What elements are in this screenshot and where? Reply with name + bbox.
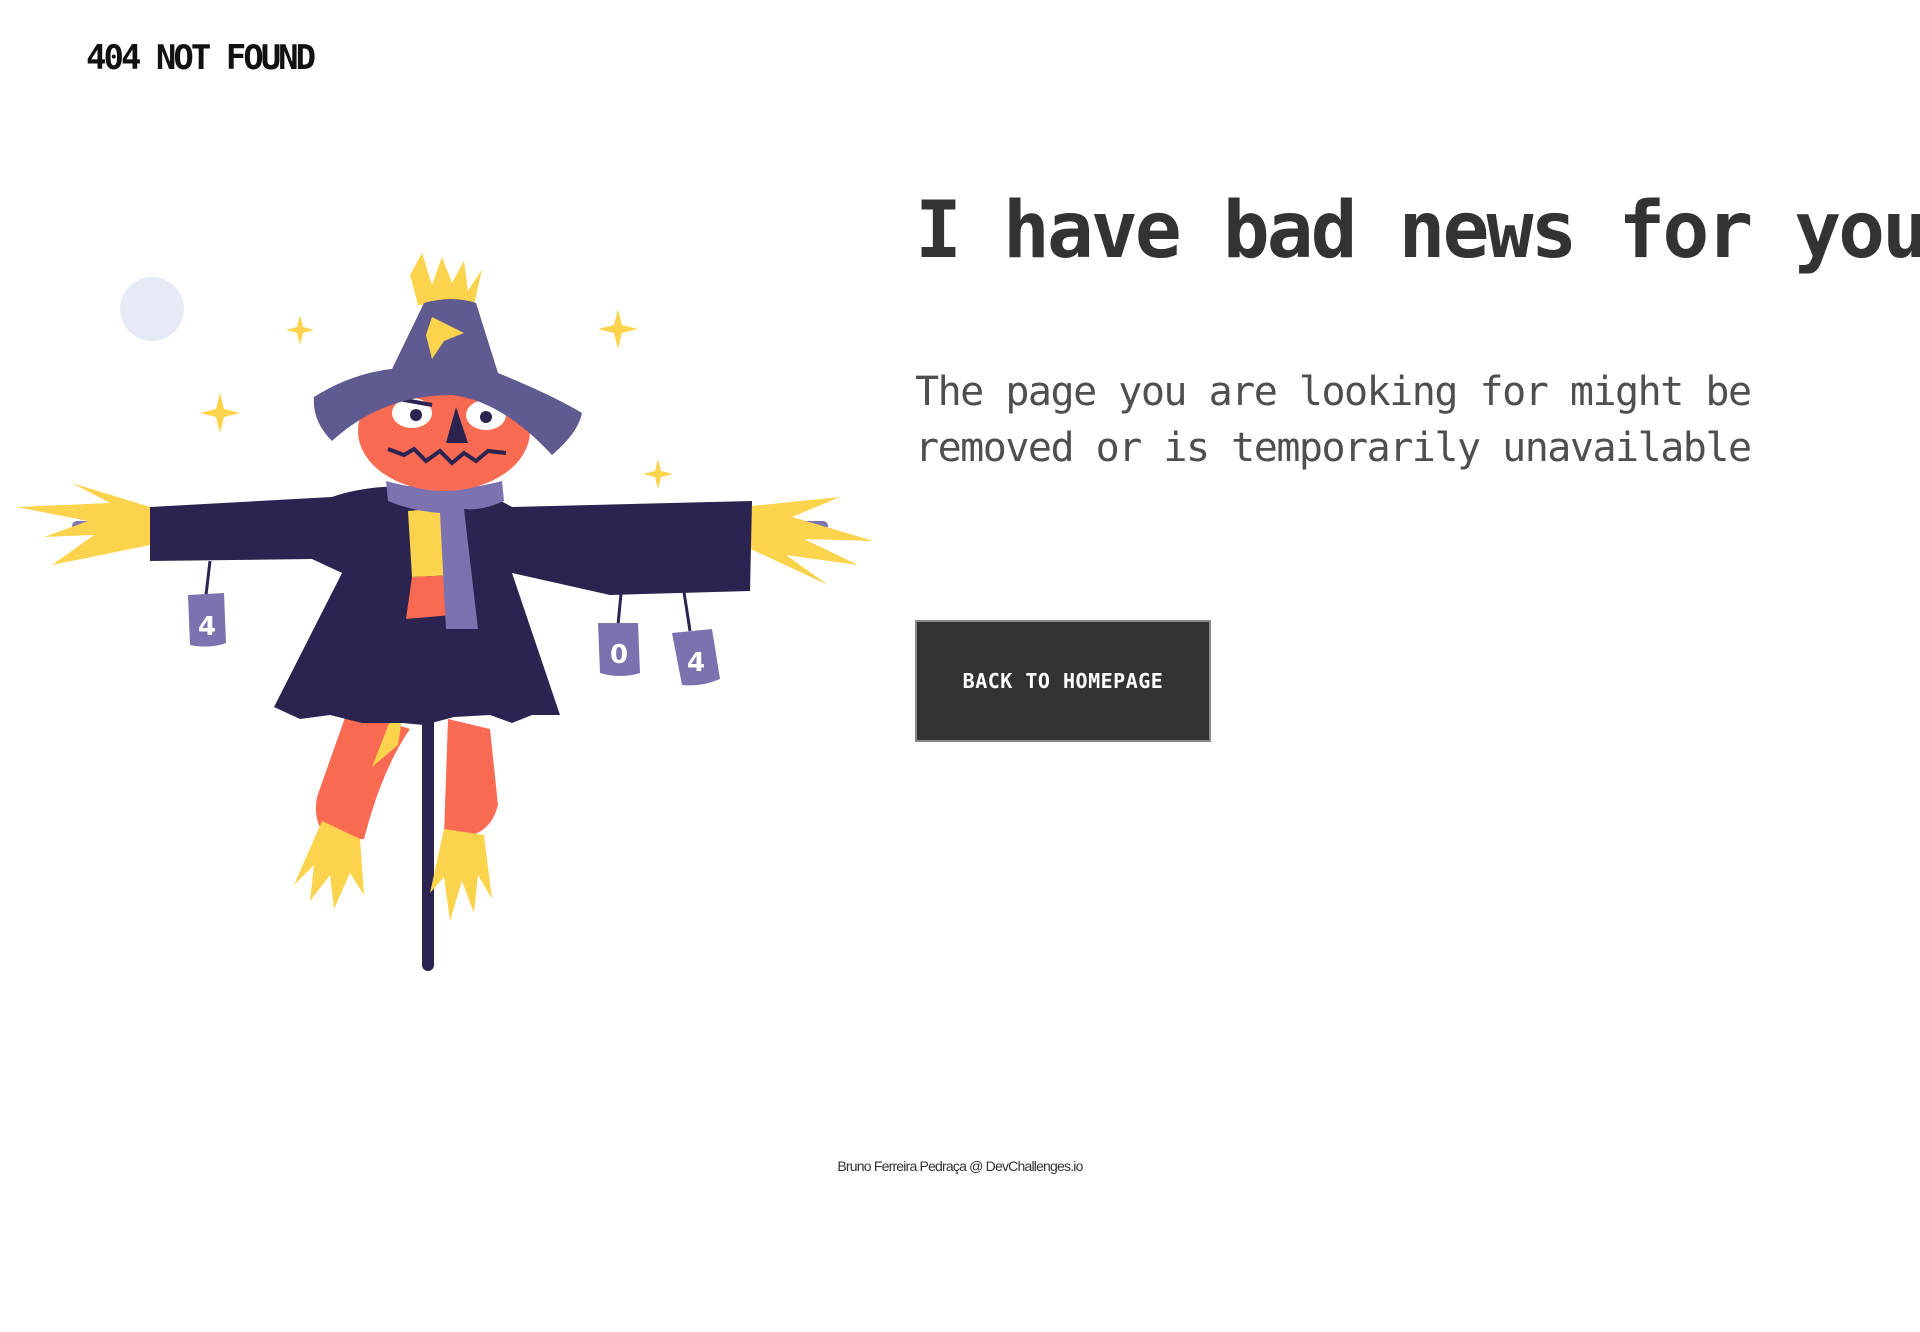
sparkle-icon — [286, 315, 314, 345]
sparkle-icon — [598, 309, 638, 349]
can-label: 4 — [198, 612, 216, 642]
hat-straw — [410, 253, 482, 305]
back-to-homepage-button[interactable]: BACK TO HOMEPAGE — [915, 620, 1211, 742]
site-logo[interactable]: 404 NOT FOUND — [86, 38, 316, 78]
can-right: 4 — [672, 629, 720, 686]
moon-circle — [120, 277, 184, 341]
can-label: 4 — [687, 648, 705, 678]
page-headline: I have bad news for you — [915, 186, 1920, 276]
sparkle-icon — [200, 393, 240, 433]
pupil-left — [410, 409, 422, 421]
footer-credit: Bruno Ferreira Pedraça @ DevChallenges.i… — [837, 1158, 1083, 1174]
can-label: 0 — [610, 640, 628, 670]
can-string — [204, 560, 212, 596]
page-subtext: The page you are looking for might be re… — [915, 369, 1752, 471]
can-left: 4 — [188, 593, 226, 647]
sparkle-icon — [643, 459, 673, 489]
pants — [444, 719, 498, 835]
can-middle: 0 — [598, 623, 640, 676]
straw-foot-right — [430, 829, 492, 921]
scarecrow-illustration: 4 0 4 — [17, 253, 874, 971]
pupil-right — [480, 411, 492, 423]
straw-left — [17, 483, 150, 565]
straw-right — [742, 497, 874, 585]
